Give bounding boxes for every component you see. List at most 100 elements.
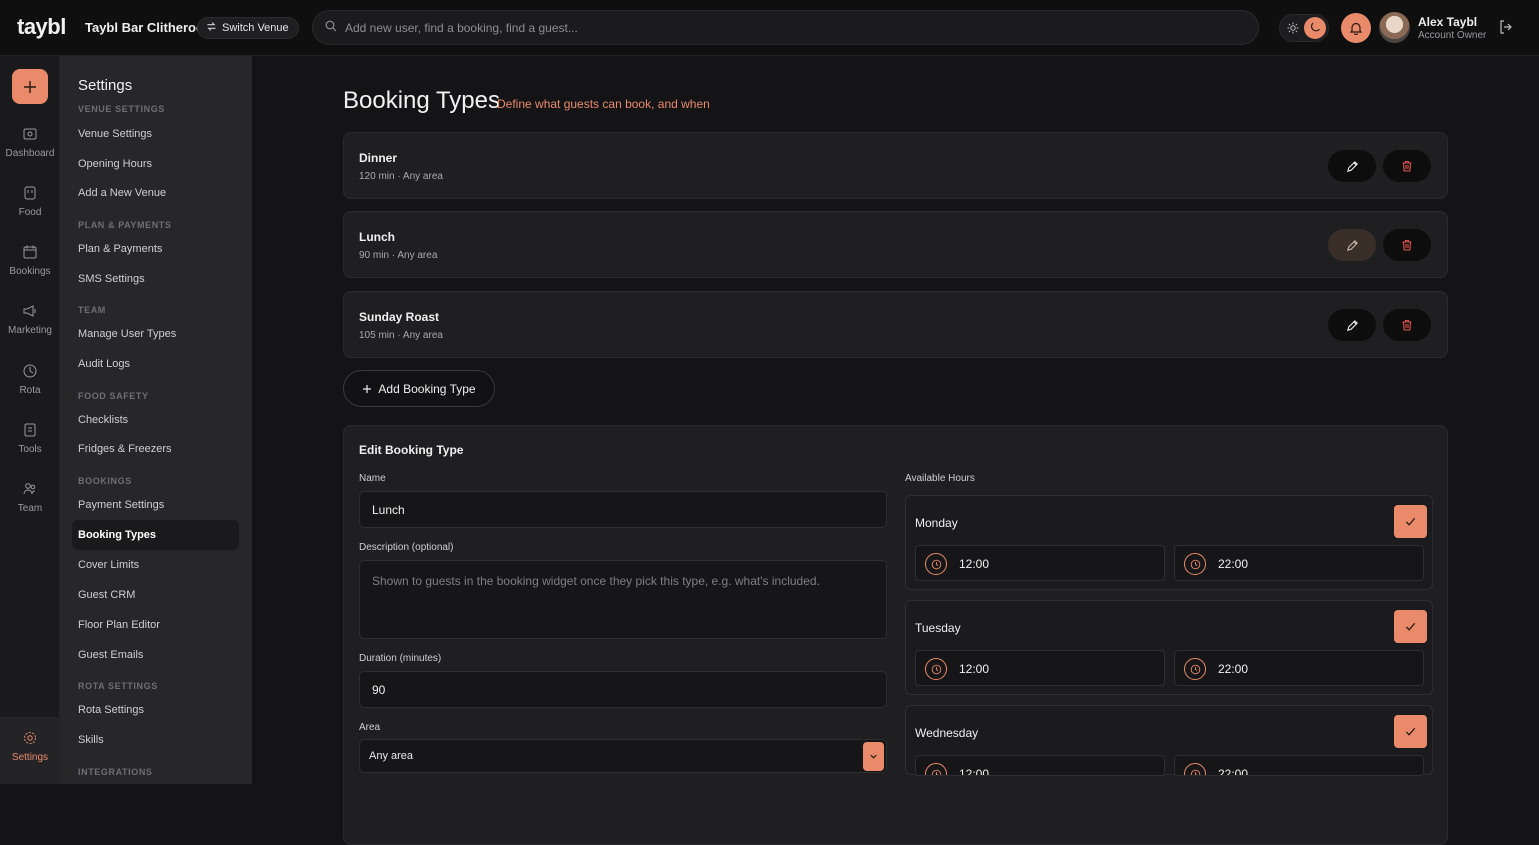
nav-link-sms-settings[interactable]: SMS Settings <box>72 264 239 294</box>
day-enabled-checkbox[interactable] <box>1394 610 1427 643</box>
start-time-value: 12:00 <box>959 557 990 571</box>
rail-item-rota[interactable]: Rota <box>0 363 60 413</box>
gear-icon <box>24 732 36 744</box>
nav-link-payment-settings[interactable]: Payment Settings <box>72 490 239 520</box>
notifications-bell-icon[interactable] <box>1341 13 1371 43</box>
start-time-field[interactable]: 12:00 <box>915 755 1165 776</box>
avatar[interactable] <box>1379 12 1410 43</box>
edit-button[interactable] <box>1328 309 1376 341</box>
clock-icon <box>925 553 947 575</box>
nav-link-audit-logs[interactable]: Audit Logs <box>72 349 239 379</box>
user-name: Alex Taybl <box>1418 15 1478 29</box>
rail-item-label: Dashboard <box>5 148 55 159</box>
nav-link-manage-user-types[interactable]: Manage User Types <box>72 319 239 349</box>
booking-type-card[interactable]: Lunch 90 min · Any area <box>343 211 1448 278</box>
end-time-field[interactable]: 22:00 <box>1174 545 1424 581</box>
booking-type-name: Lunch <box>359 230 395 244</box>
global-search[interactable] <box>312 10 1259 45</box>
day-enabled-checkbox[interactable] <box>1394 505 1427 538</box>
tools-icon <box>24 423 36 437</box>
clock-icon <box>1184 658 1206 680</box>
team-icon <box>23 483 36 495</box>
day-name: Wednesday <box>915 726 979 740</box>
taybl-logo[interactable]: taybl <box>17 14 66 40</box>
theme-toggle[interactable] <box>1279 14 1329 42</box>
section-heading: FOOD SAFETY <box>78 391 149 401</box>
booking-type-card[interactable]: Dinner 120 min · Any area <box>343 132 1448 199</box>
chevron-down-icon[interactable] <box>863 742 884 771</box>
switch-venue-button[interactable]: Switch Venue <box>197 17 299 39</box>
switch-icon <box>206 21 217 35</box>
edit-booking-type-panel: Edit Booking Type Name Description (opti… <box>343 425 1448 845</box>
clock-icon <box>1184 763 1206 775</box>
end-time-field[interactable]: 22:00 <box>1174 755 1424 776</box>
clock-icon <box>925 658 947 680</box>
search-icon <box>325 19 337 37</box>
edit-button[interactable] <box>1328 229 1376 261</box>
rail-item-settings[interactable]: Settings <box>0 717 60 784</box>
booking-type-name: Sunday Roast <box>359 310 440 324</box>
search-input[interactable] <box>345 20 1225 35</box>
rail-item-tools[interactable]: Tools <box>0 422 60 472</box>
pencil-icon <box>1346 160 1358 172</box>
name-label: Name <box>359 473 386 484</box>
nav-link-rota-settings[interactable]: Rota Settings <box>72 695 239 725</box>
add-booking-type-button[interactable]: Add Booking Type <box>343 370 495 407</box>
user-role: Account Owner <box>1418 30 1487 41</box>
logout-icon[interactable] <box>1498 19 1514 40</box>
moon-icon[interactable] <box>1304 17 1326 39</box>
nav-link-skills[interactable]: Skills <box>72 725 239 755</box>
nav-link-floor-plan-editor[interactable]: Floor Plan Editor <box>72 610 239 640</box>
nav-link-venue-settings[interactable]: Venue Settings <box>72 119 239 149</box>
nav-link-cover-limits[interactable]: Cover Limits <box>72 550 239 580</box>
rail-item-label: Settings <box>11 752 49 763</box>
description-field[interactable] <box>359 560 887 639</box>
start-time-field[interactable]: 12:00 <box>915 650 1165 686</box>
start-time-value: 12:00 <box>959 662 990 676</box>
dashboard-icon <box>23 128 37 140</box>
sun-icon[interactable] <box>1285 20 1301 36</box>
description-label: Description (optional) <box>359 542 454 553</box>
day-name: Tuesday <box>915 621 961 635</box>
start-time-field[interactable]: 12:00 <box>915 545 1165 581</box>
check-icon <box>1405 727 1416 736</box>
area-select[interactable]: Any area <box>359 739 887 773</box>
nav-link-guest-crm[interactable]: Guest CRM <box>72 580 239 610</box>
day-hours-wednesday: Wednesday 12:00 22:00 <box>905 705 1433 776</box>
nav-link-plan-payments[interactable]: Plan & Payments <box>72 234 239 264</box>
plus-icon <box>363 384 372 393</box>
nav-link-booking-types[interactable]: Booking Types <box>72 520 239 550</box>
rail-item-dashboard[interactable]: Dashboard <box>0 126 60 176</box>
rail-item-label: Bookings <box>9 266 51 277</box>
rail-item-marketing[interactable]: Marketing <box>0 303 60 353</box>
nav-link-fridges-freezers[interactable]: Fridges & Freezers <box>72 434 239 464</box>
delete-button[interactable] <box>1383 309 1431 341</box>
clock-icon <box>1184 553 1206 575</box>
rail-item-label: Marketing <box>8 325 52 336</box>
end-time-value: 22:00 <box>1218 662 1249 676</box>
nav-link-add-venue[interactable]: Add a New Venue <box>72 178 239 208</box>
rail-item-bookings[interactable]: Bookings <box>0 244 60 294</box>
area-label: Area <box>359 722 381 733</box>
booking-type-card[interactable]: Sunday Roast 105 min · Any area <box>343 291 1448 358</box>
duration-field[interactable] <box>359 671 887 708</box>
nav-link-guest-emails[interactable]: Guest Emails <box>72 640 239 670</box>
name-field[interactable] <box>359 491 887 528</box>
nav-link-checklists[interactable]: Checklists <box>72 405 239 435</box>
section-heading: ROTA SETTINGS <box>78 681 158 691</box>
page-title: Booking Types <box>343 87 500 114</box>
delete-button[interactable] <box>1383 229 1431 261</box>
edit-button[interactable] <box>1328 150 1376 182</box>
check-icon <box>1405 517 1416 526</box>
settings-title: Settings <box>78 77 133 94</box>
day-enabled-checkbox[interactable] <box>1394 715 1427 748</box>
rail-item-food[interactable]: Food <box>0 185 60 235</box>
megaphone-icon <box>23 305 36 317</box>
nav-link-opening-hours[interactable]: Opening Hours <box>72 149 239 179</box>
end-time-field[interactable]: 22:00 <box>1174 650 1424 686</box>
delete-button[interactable] <box>1383 150 1431 182</box>
rail-item-team[interactable]: Team <box>0 481 60 531</box>
quick-add-button[interactable] <box>12 69 48 104</box>
duration-label: Duration (minutes) <box>359 653 442 664</box>
available-hours-label: Available Hours <box>905 473 975 484</box>
